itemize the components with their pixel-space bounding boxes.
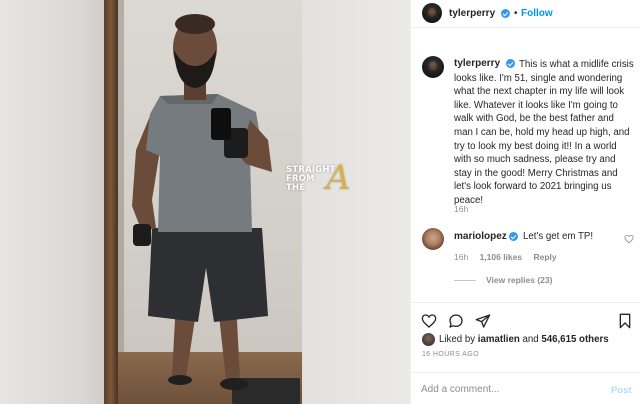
comment-meta: 16h 1,106 likes Reply: [454, 252, 566, 262]
photo-person: [132, 14, 272, 390]
author-avatar[interactable]: [422, 3, 442, 23]
follow-button[interactable]: Follow: [521, 8, 553, 19]
post-header: tylerperry • Follow: [411, 0, 640, 28]
heart-icon[interactable]: [421, 313, 437, 329]
instagram-post: STRAIGHT FROM THE A tylerperry • Follow …: [0, 0, 640, 404]
add-comment-input[interactable]: [421, 381, 591, 397]
comment-like-heart-icon[interactable]: [624, 234, 634, 244]
likes-text: Liked by iamatlien and 546,615 others: [439, 334, 609, 345]
header-separator: •: [514, 8, 518, 19]
post-sidebar: tylerperry • Follow This is what a midli…: [410, 0, 640, 404]
post-time-ago[interactable]: 16 HOURS AGO: [422, 351, 479, 358]
likes-middle: and: [519, 334, 542, 345]
caption-verified-badge-icon: [506, 59, 515, 68]
verified-badge-icon: [501, 9, 510, 18]
post-photo[interactable]: STRAIGHT FROM THE A: [0, 0, 410, 404]
caption-author-username[interactable]: tylerperry: [454, 58, 500, 69]
reply-button[interactable]: Reply: [533, 252, 556, 262]
author-username[interactable]: tylerperry: [449, 8, 495, 19]
comment-likes-count[interactable]: 1,106 likes: [480, 252, 523, 262]
likes-others-count[interactable]: 546,615 others: [541, 334, 608, 345]
comment-timestamp[interactable]: 16h: [454, 252, 468, 262]
caption-author-avatar[interactable]: [422, 56, 444, 78]
post-comment-button[interactable]: Post: [611, 385, 632, 396]
add-comment-bar: Post: [411, 372, 640, 404]
view-replies-label[interactable]: View replies (23): [486, 275, 552, 285]
likes-summary: Liked by iamatlien and 546,615 others: [411, 331, 640, 347]
commenter-avatar[interactable]: [422, 228, 444, 250]
comment-text: Let's get em TP!: [523, 231, 594, 242]
commenter-verified-badge-icon: [509, 232, 518, 241]
action-bar: [411, 302, 640, 332]
liker-avatar[interactable]: [422, 333, 435, 346]
caption-timestamp[interactable]: 16h: [454, 204, 468, 214]
watermark-letter: A: [326, 158, 351, 198]
watermark-logo: STRAIGHT FROM THE A: [286, 158, 366, 200]
bookmark-icon[interactable]: [617, 313, 633, 329]
view-replies-divider: [454, 280, 476, 282]
comment-bubble-icon[interactable]: [448, 313, 464, 329]
comments-section[interactable]: This is what a midlife crisis looks like…: [411, 38, 640, 302]
paper-plane-icon[interactable]: [475, 313, 491, 329]
liker-username[interactable]: iamatlien: [478, 334, 520, 345]
likes-prefix: Liked by: [439, 334, 478, 345]
view-replies-button[interactable]: View replies (23): [454, 275, 552, 285]
caption-text: This is what a midlife crisis looks like…: [454, 59, 634, 206]
commenter-username[interactable]: mariolopez: [454, 231, 507, 242]
